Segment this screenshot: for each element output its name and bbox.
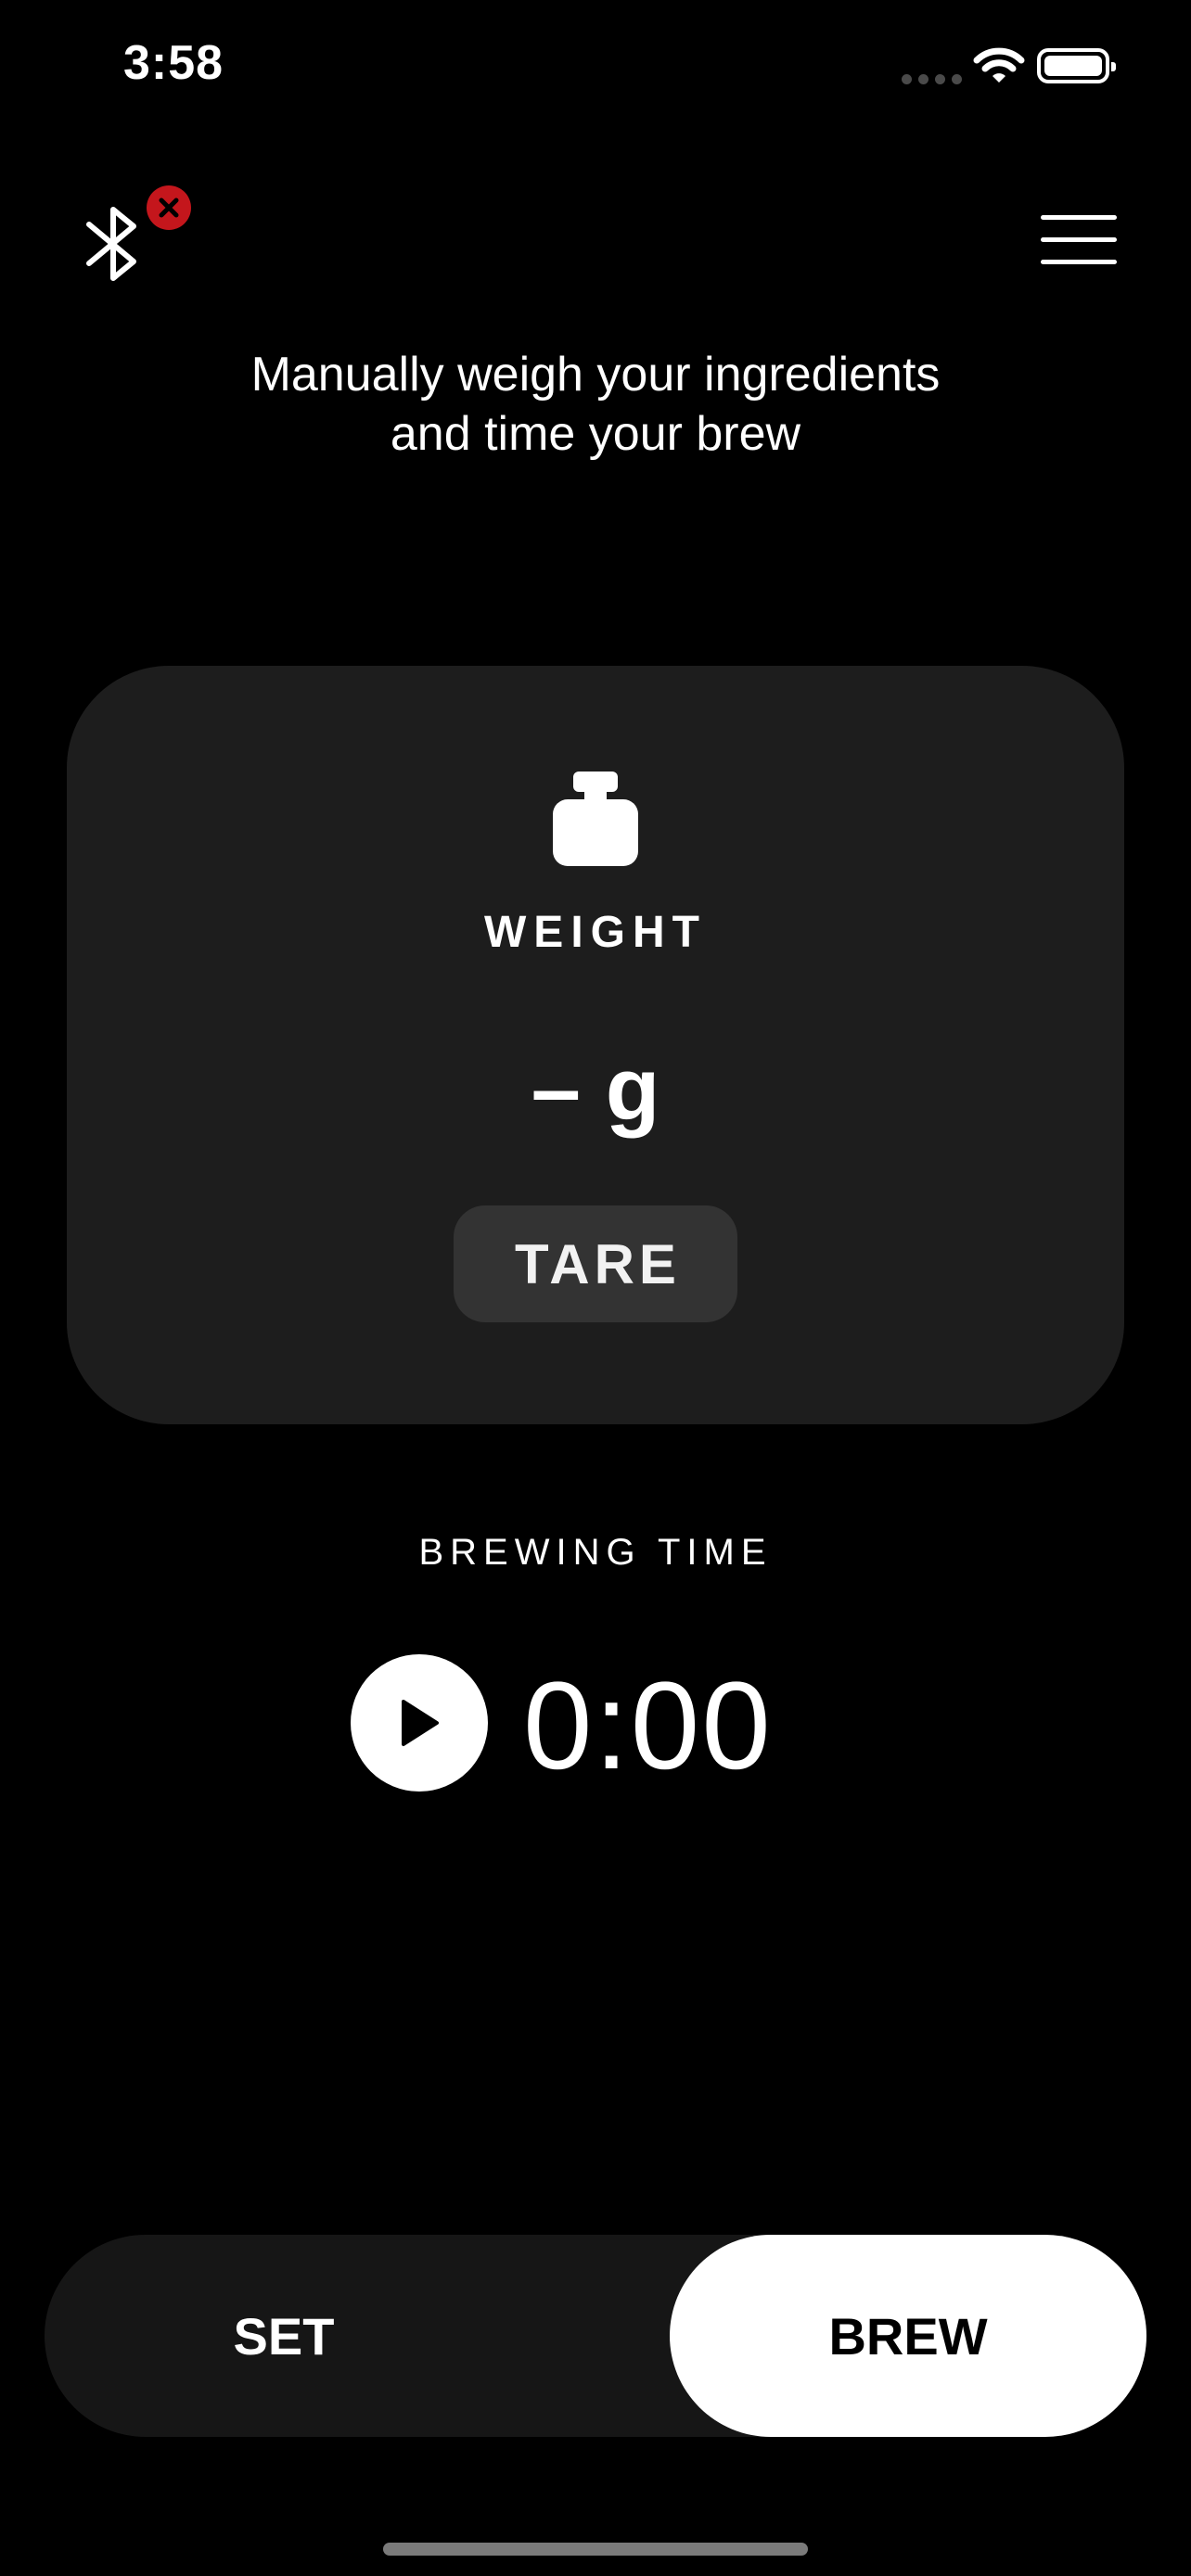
brewing-time-label: BREWING TIME [418, 1532, 773, 1573]
brew-mode-button[interactable]: BREW [670, 2235, 1146, 2437]
status-time: 3:58 [123, 36, 224, 90]
play-icon [402, 1700, 439, 1746]
set-mode-button[interactable]: SET [45, 2235, 523, 2437]
play-button[interactable] [351, 1654, 488, 1792]
subtitle-line-2: and time your brew [390, 407, 801, 461]
bluetooth-icon[interactable] [82, 204, 147, 288]
disconnected-x-icon [147, 185, 191, 230]
weight-value: – g [531, 1039, 660, 1139]
page-subtitle: Manually weigh your ingredients and time… [132, 345, 1059, 464]
cellular-signal-icon [902, 74, 962, 84]
home-indicator [383, 2543, 808, 2556]
battery-icon [1037, 48, 1116, 83]
subtitle-line-1: Manually weigh your ingredients [250, 348, 941, 402]
hamburger-menu-icon[interactable] [1041, 211, 1121, 267]
weight-label: WEIGHT [484, 908, 707, 957]
weight-icon [553, 772, 638, 871]
timer-display: 0:00 [523, 1657, 773, 1795]
wifi-icon [973, 46, 1025, 90]
tare-button[interactable]: TARE [454, 1205, 737, 1322]
